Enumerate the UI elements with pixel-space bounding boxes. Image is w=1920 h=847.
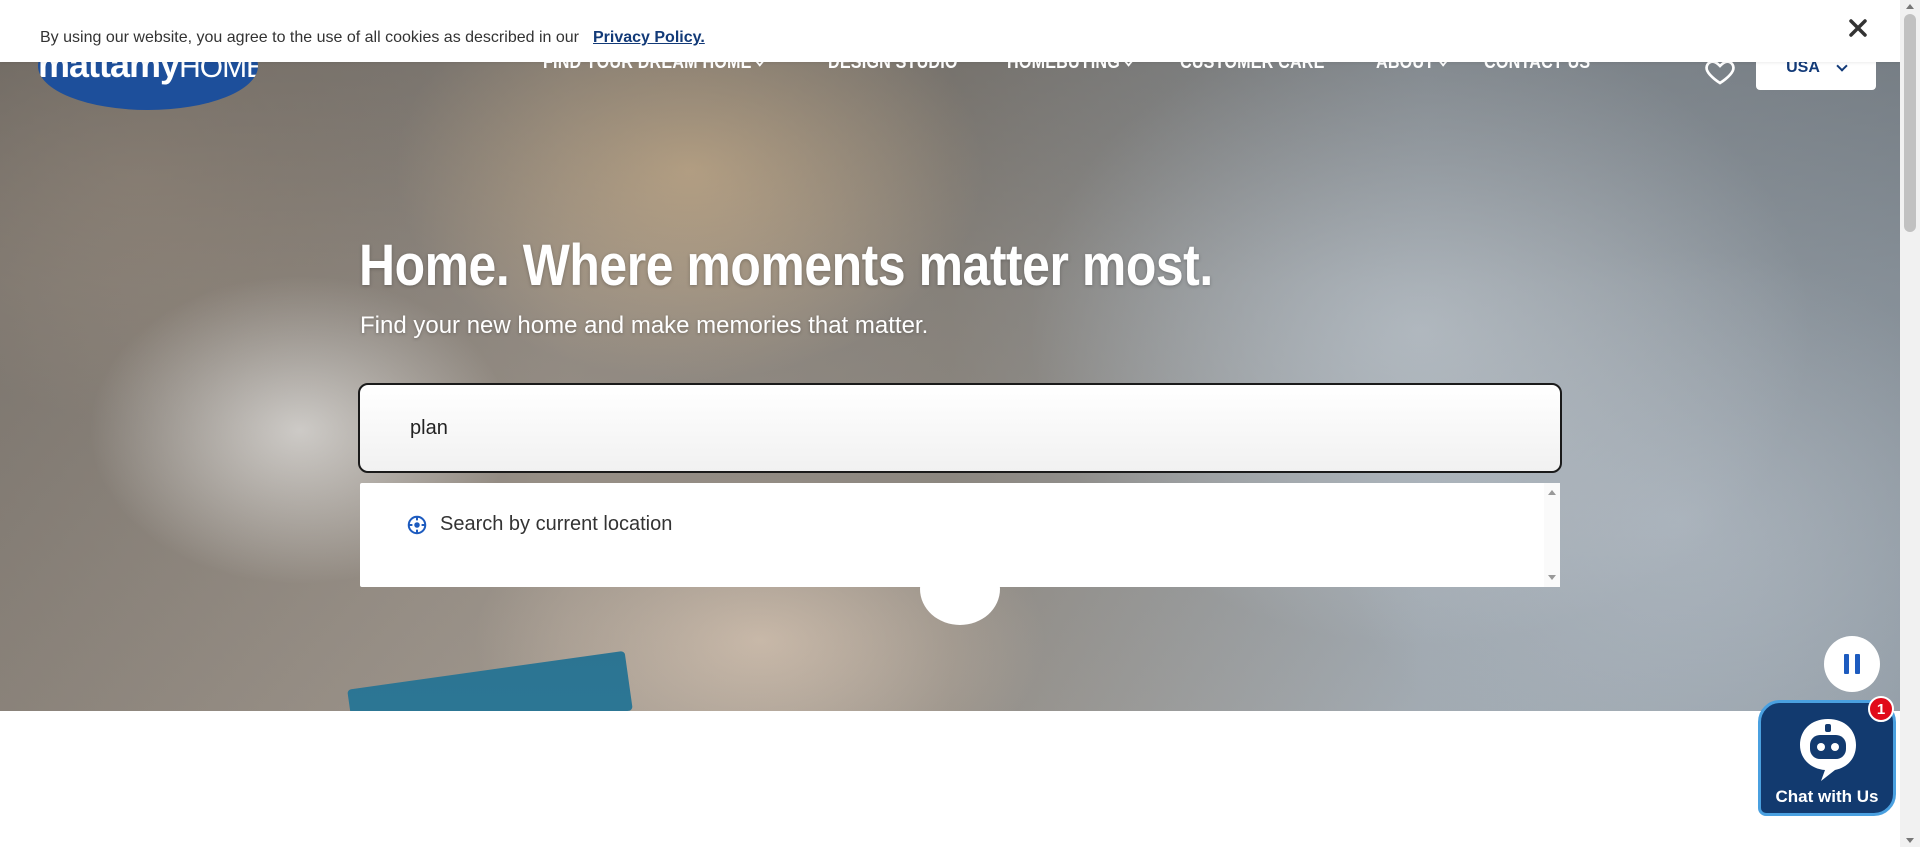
location-crosshair-icon xyxy=(407,515,427,534)
hero-headline: Home. Where moments matter most. xyxy=(359,233,1213,298)
search-input-value: plan xyxy=(410,416,448,439)
hero-subheadline: Find your new home and make memories tha… xyxy=(360,312,929,339)
pause-icon xyxy=(1844,654,1849,674)
chat-notification-badge: 1 xyxy=(1868,696,1894,722)
page: mattamyHOMES FIND YOUR DREAM HOME DESIGN… xyxy=(0,0,1920,847)
scroll-up-arrow-icon[interactable] xyxy=(1548,490,1556,495)
chatbot-icon xyxy=(1800,719,1856,781)
close-icon[interactable] xyxy=(1844,14,1872,42)
search-input[interactable]: plan xyxy=(358,383,1562,473)
dropdown-scrollbar[interactable] xyxy=(1544,483,1560,587)
cookie-banner-text: By using our website, you agree to the u… xyxy=(40,29,579,46)
pause-icon-bar xyxy=(1855,654,1860,674)
privacy-policy-link[interactable]: Privacy Policy. xyxy=(593,29,705,47)
suggestion-label: Search by current location xyxy=(440,513,673,535)
scroll-down-arrow-icon[interactable] xyxy=(1548,575,1556,580)
pause-video-button[interactable] xyxy=(1824,636,1880,692)
page-scrollbar[interactable] xyxy=(1900,0,1920,847)
page-scrollbar-thumb[interactable] xyxy=(1904,14,1916,232)
search-by-current-location-option[interactable]: Search by current location xyxy=(406,513,672,536)
scroll-up-arrow-icon[interactable] xyxy=(1906,4,1914,9)
cookie-banner: By using our website, you agree to the u… xyxy=(0,0,1900,62)
chat-widget-label: Chat with Us xyxy=(1775,787,1879,806)
scroll-down-arrow-icon[interactable] xyxy=(1906,838,1914,843)
search-suggestions-dropdown: Search by current location xyxy=(360,483,1560,587)
